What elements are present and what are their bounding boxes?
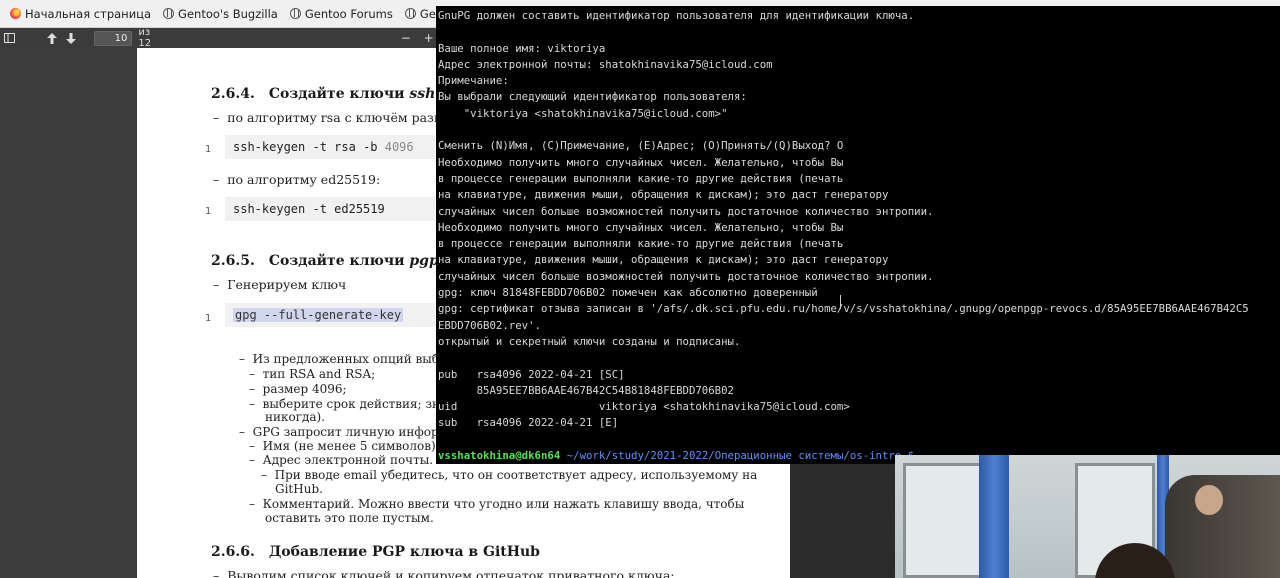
- bullet-text: размер 4096;: [262, 382, 347, 396]
- code-block-ed25519: ssh-keygen -t ed25519: [225, 197, 435, 221]
- terminal-line: Примечание:: [438, 74, 509, 88]
- code-text-selected: gpg --full-generate-key: [233, 308, 404, 322]
- option-type: – тип RSA and RSA;: [249, 367, 376, 381]
- bullet-text: Из предложенных опций выбир: [252, 352, 455, 366]
- option-never: никогда).: [265, 410, 326, 424]
- prompt-user: vsshatokhina@dk6n64: [438, 449, 561, 463]
- email-note: – При вводе email убедитесь, что он соот…: [261, 468, 758, 482]
- email-item: – Адрес электронной почты.: [249, 453, 434, 467]
- window-frame: [903, 463, 983, 578]
- option-size: – размер 4096;: [249, 382, 347, 396]
- comment-item: – Комментарий. Можно ввести что угодно и…: [249, 497, 745, 511]
- terminal-line: случайных чисел больше возможностей полу…: [438, 204, 934, 218]
- bullet-text: Выводим список ключей и копируем отпечат…: [227, 568, 675, 578]
- person-face: [1195, 485, 1223, 515]
- comment-item-cont: оставить это поле пустым.: [265, 511, 434, 525]
- terminal-line: открытый и секретный ключи созданы и под…: [438, 334, 741, 348]
- gpg-asks: – GPG запросит личную информа: [239, 425, 456, 439]
- bullet-list-keys: – Выводим список ключей и копируем отпеч…: [213, 568, 675, 578]
- code-text: ssh-keygen -t rsa -b: [233, 140, 385, 154]
- bullet-text: выберите срок действия; значе: [262, 397, 463, 411]
- bookmark-label: Gentoo's Bugzilla: [178, 6, 278, 21]
- webcam-video: [895, 455, 1280, 578]
- section-heading-ssh: 2.6.4. Создайте ключи ssh: [211, 86, 435, 102]
- next-page-icon[interactable]: [62, 28, 81, 48]
- terminal-line: случайных чисел больше возможностей полу…: [438, 269, 934, 283]
- bullet-text: Адрес электронной почты.: [262, 453, 434, 467]
- curtain: [979, 455, 1009, 578]
- mouse-ibeam-cursor-icon: [840, 295, 846, 309]
- heading-emphasis: ssh: [409, 86, 436, 102]
- options-intro: – Из предложенных опций выбир: [239, 352, 455, 366]
- section-heading-github: 2.6.6. Добавление PGP ключа в GitHub: [211, 544, 540, 560]
- gentoo-icon: [404, 8, 416, 19]
- page-count: из 12: [138, 27, 152, 49]
- terminal-window[interactable]: GnuPG должен составить идентификатор пол…: [436, 6, 1280, 464]
- prompt-path: ~/work/study/2021-2022/Операционные сист…: [560, 449, 915, 463]
- name-item: – Имя (не менее 5 символов).: [249, 439, 440, 453]
- code-block-gpg: gpg --full-generate-key: [225, 303, 435, 327]
- bullet-text: тип RSA and RSA;: [262, 367, 376, 381]
- pdf-toolbar: 10 из 12 − +: [0, 27, 438, 49]
- zoom-out-button[interactable]: −: [396, 28, 415, 48]
- bullet-ed25519: – по алгоритму ed25519:: [213, 172, 381, 187]
- email-note-cont: GitHub.: [275, 482, 323, 496]
- gentoo-icon: [289, 8, 301, 19]
- previous-page-icon[interactable]: [43, 28, 62, 48]
- option-expire: – выберите срок действия; значе: [249, 397, 463, 411]
- bookmark-label: Gentoo Forums: [304, 6, 393, 21]
- bullet-text: GPG запросит личную информа: [252, 425, 456, 439]
- terminal-line: pub rsa4096 2022-04-21 [SC]: [438, 367, 625, 381]
- terminal-line: sub rsa4096 2022-04-21 [E]: [438, 416, 619, 430]
- bookmark-start-page[interactable]: Начальная страница: [4, 0, 157, 28]
- bullet-text: по алгоритму ed25519:: [227, 172, 381, 187]
- person: [1165, 475, 1280, 578]
- bullet-text: Комментарий. Можно ввести что угодно или…: [262, 497, 745, 511]
- terminal-line: в процессе генерации выполняли какие-то …: [438, 171, 844, 185]
- terminal-line: Сменить (N)Имя, (C)Примечание, (E)Адрес;…: [438, 139, 844, 153]
- heading-text: Создайте ключи: [268, 253, 410, 269]
- bookmark-gentoo-bugzilla[interactable]: Gentoo's Bugzilla: [157, 0, 284, 28]
- heading-number: 2.6.6.: [211, 544, 255, 560]
- terminal-line: Адрес электронной почты: shatokhinavika7…: [438, 57, 773, 71]
- code-line-number: 1: [205, 313, 212, 324]
- bullet-text: Генерируем ключ: [227, 277, 347, 292]
- heading-emphasis: pgp: [409, 253, 439, 269]
- terminal-line: "viktoriya <shatokhinavika75@icloud.com>…: [438, 106, 728, 120]
- terminal-line: Вы выбрали следующий идентификатор польз…: [438, 90, 747, 104]
- terminal-line: на клавиатуре, движения мыши, обращения …: [438, 253, 889, 267]
- terminal-line: Ваше полное имя: viktoriya: [438, 41, 606, 55]
- bullet-generate: – Генерируем ключ: [213, 277, 347, 292]
- bookmark-gentoo-forums[interactable]: Gentoo Forums: [284, 0, 399, 28]
- bullet-text: При вводе email убедитесь, что он соотве…: [274, 468, 758, 482]
- terminal-line: EBDD706B02.rev'.: [438, 318, 541, 332]
- code-block-rsa: ssh-keygen -t rsa -b 4096: [225, 135, 435, 159]
- heading-text: Создайте ключи: [268, 86, 410, 102]
- heading-number: 2.6.5.: [211, 253, 255, 269]
- bookmark-label: Начальная страница: [25, 6, 152, 21]
- terminal-line: Необходимо получить много случайных чисе…: [438, 155, 844, 169]
- code-number: 4096: [384, 140, 414, 154]
- terminal-line: GnuPG должен составить идентификатор пол…: [438, 9, 915, 22]
- terminal-line: 85A95EE7BB6AAE467B42C54B81848FEBDD706B02: [438, 383, 734, 397]
- code-line-number: 1: [205, 206, 212, 217]
- heading-number: 2.6.4.: [211, 86, 255, 102]
- terminal-line: Необходимо получить много случайных чисе…: [438, 220, 844, 234]
- terminal-line: uid viktoriya <shatokhinavika75@icloud.c…: [438, 400, 850, 414]
- sidebar-toggle-icon[interactable]: [0, 28, 19, 48]
- terminal-line: на клавиатуре, движения мыши, обращения …: [438, 188, 889, 202]
- section-heading-pgp: 2.6.5. Создайте ключи pgp: [211, 253, 439, 269]
- terminal-output: GnuPG должен составить идентификатор пол…: [438, 8, 1249, 464]
- bullet-text: Имя (не менее 5 символов).: [262, 439, 440, 453]
- firefox-icon: [10, 8, 21, 19]
- terminal-line: в процессе генерации выполняли какие-то …: [438, 237, 844, 251]
- heading-text: Добавление PGP ключа в GitHub: [268, 544, 540, 560]
- code-line-number: 1: [205, 144, 212, 155]
- page-number-input[interactable]: 10: [94, 30, 133, 46]
- gentoo-icon: [163, 8, 175, 19]
